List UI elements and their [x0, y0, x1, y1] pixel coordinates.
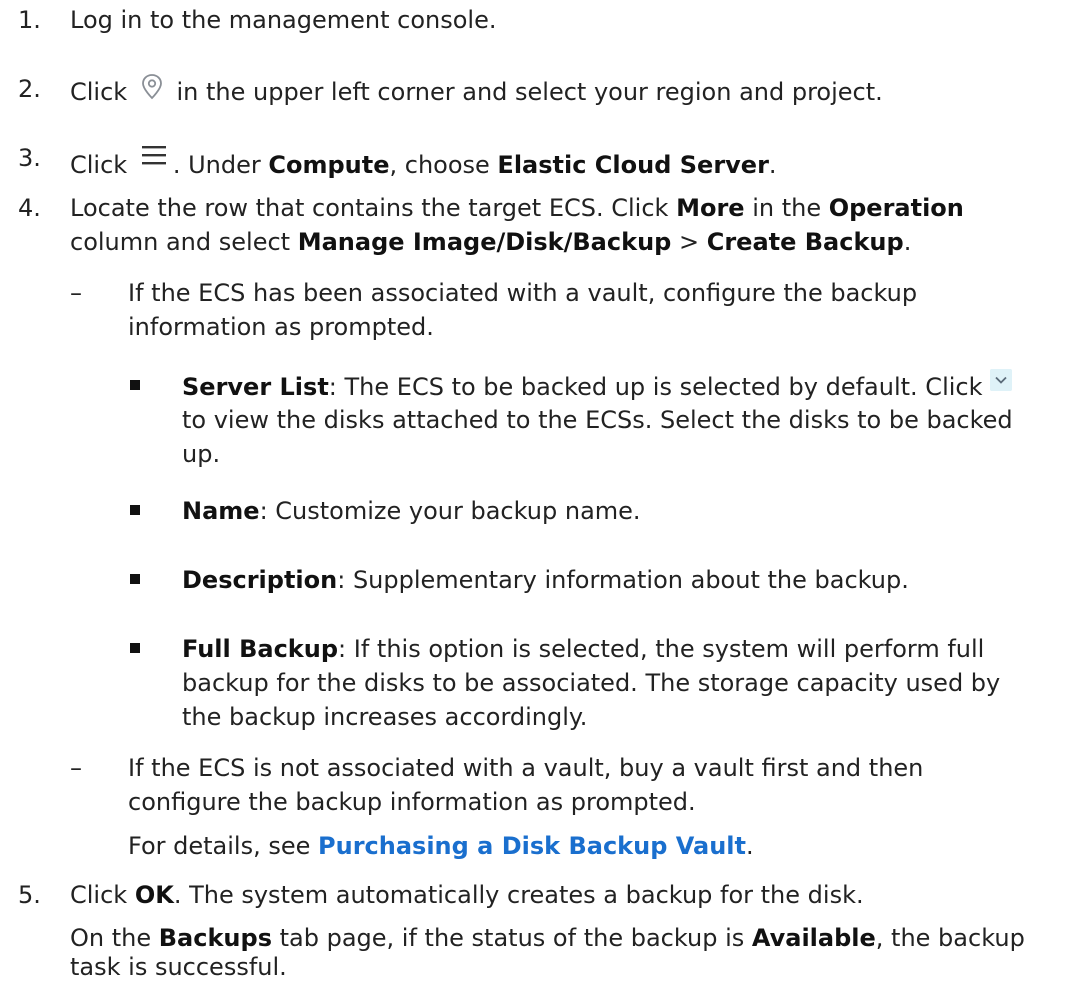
- sub-a-line-2: information as prompted.: [128, 313, 434, 341]
- sub-a-dash: –: [70, 279, 82, 307]
- step-1-text: Log in to the management console.: [70, 6, 497, 34]
- server-list-line-1: Server List: The ECS to be backed up is …: [182, 369, 1013, 404]
- compute-menu-label: Compute: [268, 151, 390, 179]
- step-3-pre: Click: [70, 151, 128, 179]
- hamburger-menu-icon: [141, 146, 166, 165]
- step-3-number: 3.: [18, 144, 41, 172]
- bullet-square: [130, 574, 140, 584]
- bullet-square: [130, 643, 140, 653]
- step-2-pre: Click: [70, 78, 128, 106]
- step-4-number: 4.: [18, 194, 41, 222]
- elastic-cloud-server-label: Elastic Cloud Server: [497, 151, 769, 179]
- sub-b-line-1: If the ECS is not associated with a vaul…: [128, 754, 924, 782]
- server-list-line-2: to view the disks attached to the ECSs. …: [182, 406, 1013, 434]
- step-2-text: Click in the upper left corner and selec…: [70, 72, 883, 109]
- step-3-text: Click . Under Compute, choose Elastic Cl…: [70, 141, 777, 182]
- step-4-line-2: column and select Manage Image/Disk/Back…: [70, 228, 912, 256]
- bullet-square: [130, 505, 140, 515]
- step-2-number: 2.: [18, 75, 41, 103]
- name-bullet-text: Name: Customize your backup name.: [182, 497, 641, 525]
- full-backup-line-1: Full Backup: If this option is selected,…: [182, 635, 985, 663]
- sub-b-dash: –: [70, 754, 82, 782]
- sub-b-details: For details, see Purchasing a Disk Backu…: [128, 832, 754, 860]
- sub-b-line-2: configure the backup information as prom…: [128, 788, 696, 816]
- description-bullet-text: Description: Supplementary information a…: [182, 566, 909, 594]
- step-2-post: in the upper left corner and select your…: [176, 78, 883, 106]
- full-backup-line-2: backup for the disks to be associated. T…: [182, 669, 1001, 697]
- step-4-line-1: Locate the row that contains the target …: [70, 194, 964, 222]
- location-pin-icon: [141, 74, 162, 100]
- server-list-line-3: up.: [182, 440, 221, 468]
- full-backup-line-3: the backup increases accordingly.: [182, 703, 588, 731]
- step-5-line-1: Click OK. The system automatically creat…: [70, 881, 864, 909]
- step-5-number: 5.: [18, 881, 41, 909]
- bullet-square: [130, 380, 140, 390]
- purchasing-vault-link[interactable]: Purchasing a Disk Backup Vault: [318, 832, 746, 860]
- procedure-document: 1. Log in to the management console. 2. …: [0, 0, 1084, 981]
- chevron-down-icon: [990, 369, 1013, 391]
- sub-a-line-1: If the ECS has been associated with a va…: [128, 279, 918, 307]
- step-1-number: 1.: [18, 6, 41, 34]
